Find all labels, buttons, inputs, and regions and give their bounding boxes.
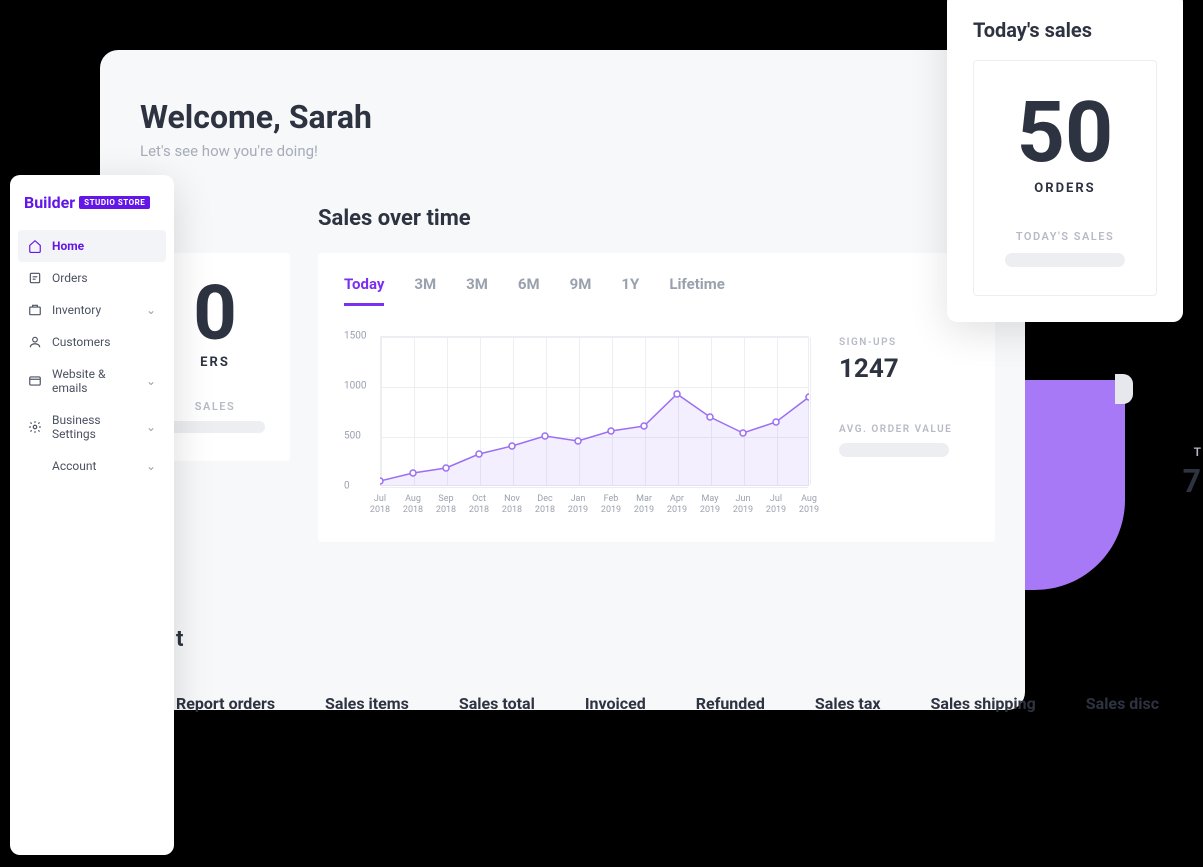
x-tick: Apr2019 bbox=[667, 494, 687, 516]
x-tick: May2019 bbox=[700, 494, 720, 516]
placeholder-bar bbox=[1005, 253, 1125, 267]
sidebar-item-account[interactable]: Account ⌄ bbox=[18, 450, 166, 482]
x-tick: Sep2018 bbox=[436, 494, 456, 516]
sidebar-item-business-settings[interactable]: Business Settings ⌄ bbox=[18, 404, 166, 450]
metric-value-peek: 7 bbox=[1183, 462, 1201, 500]
report-col[interactable]: Invoiced bbox=[585, 694, 646, 713]
today-sales-value: 50 bbox=[984, 91, 1146, 175]
report-col[interactable]: Sales shipping bbox=[931, 694, 1036, 713]
report-col[interactable]: Sales total bbox=[459, 694, 535, 713]
dashboard-panel: Welcome, Sarah Let's see how you're doin… bbox=[100, 50, 1025, 710]
section-title-sales-over-time: Sales over time bbox=[318, 206, 995, 231]
report-columns: Report orders Sales items Sales total In… bbox=[100, 694, 1025, 713]
sidebar-item-home[interactable]: Home bbox=[18, 230, 166, 262]
today-sales-title: Today's sales bbox=[973, 18, 1157, 42]
x-tick: Oct2018 bbox=[469, 494, 489, 516]
today-sales-card: Today's sales 50 ORDERS TODAY'S SALES bbox=[947, 0, 1183, 322]
tab-9m[interactable]: 9M bbox=[570, 275, 592, 306]
x-tick: Jul2019 bbox=[766, 494, 786, 516]
tab-1y[interactable]: 1Y bbox=[621, 275, 639, 306]
report-col[interactable]: Sales disc bbox=[1086, 694, 1159, 713]
metric-label-peek: T bbox=[1194, 445, 1201, 459]
placeholder-bar bbox=[839, 443, 949, 457]
x-tick: Aug2019 bbox=[799, 494, 819, 516]
inventory-icon bbox=[28, 303, 42, 317]
x-tick: Jul2018 bbox=[370, 494, 390, 516]
sidebar-item-customers[interactable]: Customers bbox=[18, 326, 166, 358]
sidebar-item-label: Customers bbox=[52, 335, 110, 349]
x-tick: Jan2019 bbox=[568, 494, 588, 516]
report-col[interactable]: Sales tax bbox=[815, 694, 881, 713]
today-sales-label: ORDERS bbox=[984, 181, 1146, 196]
sidebar: Builder STUDIO STORE Home Orders Inventory… bbox=[10, 175, 174, 855]
orders-icon bbox=[28, 271, 42, 285]
signups-value: 1247 bbox=[839, 354, 969, 384]
x-tick: Jun2019 bbox=[733, 494, 753, 516]
report-col[interactable]: Refunded bbox=[696, 694, 765, 713]
signups-label: SIGN-UPS bbox=[839, 337, 969, 348]
chevron-down-icon: ⌄ bbox=[146, 420, 156, 434]
sidebar-item-label: Business Settings bbox=[52, 413, 136, 441]
today-sales-footer: TODAY'S SALES bbox=[984, 230, 1146, 243]
report-col[interactable]: Sales items bbox=[325, 694, 409, 713]
sidebar-item-label: Account bbox=[52, 459, 96, 473]
x-tick: Feb2019 bbox=[601, 494, 621, 516]
report-col[interactable]: Report orders bbox=[176, 694, 275, 713]
line-chart bbox=[380, 336, 809, 486]
tab-3m[interactable]: 3M bbox=[414, 275, 436, 306]
tab-lifetime[interactable]: Lifetime bbox=[669, 275, 725, 306]
chevron-down-icon: ⌄ bbox=[146, 459, 156, 473]
tab-3m-2[interactable]: 3M bbox=[466, 275, 488, 306]
y-tick: 0 bbox=[344, 481, 350, 492]
chart-range-tabs: Today 3M 3M 6M 9M 1Y Lifetime bbox=[344, 275, 809, 306]
page-subtitle: Let's see how you're doing! bbox=[140, 142, 1025, 160]
sidebar-item-label: Orders bbox=[52, 271, 88, 285]
sidebar-item-label: Inventory bbox=[52, 303, 101, 317]
y-tick: 1000 bbox=[344, 381, 366, 392]
chevron-down-icon: ⌄ bbox=[146, 303, 156, 317]
customers-icon bbox=[28, 335, 42, 349]
sidebar-item-label: Website & emails bbox=[52, 367, 136, 395]
x-tick: Aug2018 bbox=[403, 494, 423, 516]
y-tick: 1500 bbox=[344, 331, 366, 342]
logo-text: Builder bbox=[24, 193, 75, 212]
tab-6m[interactable]: 6M bbox=[518, 275, 540, 306]
x-tick: Dec2018 bbox=[535, 494, 555, 516]
sidebar-item-orders[interactable]: Orders bbox=[18, 262, 166, 294]
website-icon bbox=[28, 374, 42, 388]
sidebar-item-website-emails[interactable]: Website & emails ⌄ bbox=[18, 358, 166, 404]
sidebar-item-label: Home bbox=[52, 239, 84, 253]
section-title-report: t bbox=[176, 627, 1025, 652]
page-title: Welcome, Sarah bbox=[140, 98, 1025, 136]
chart-box: 050010001500 Jul2018Aug2018Sep2018Oct201… bbox=[344, 336, 809, 516]
x-tick: Nov2018 bbox=[502, 494, 522, 516]
sales-chart-card: Today 3M 3M 6M 9M 1Y Lifetime 0 500 1000 15… bbox=[318, 253, 995, 542]
x-tick: Mar2019 bbox=[634, 494, 654, 516]
logo-badge: STUDIO STORE bbox=[79, 196, 150, 209]
settings-icon bbox=[28, 420, 42, 434]
tab-today[interactable]: Today bbox=[344, 275, 384, 306]
chevron-down-icon: ⌄ bbox=[146, 374, 156, 388]
placeholder-bar bbox=[165, 421, 265, 433]
y-tick: 500 bbox=[344, 431, 361, 442]
home-icon bbox=[28, 239, 42, 253]
sidebar-item-inventory[interactable]: Inventory ⌄ bbox=[18, 294, 166, 326]
aov-label: AVG. ORDER VALUE bbox=[839, 424, 969, 435]
logo[interactable]: Builder STUDIO STORE bbox=[18, 193, 166, 230]
